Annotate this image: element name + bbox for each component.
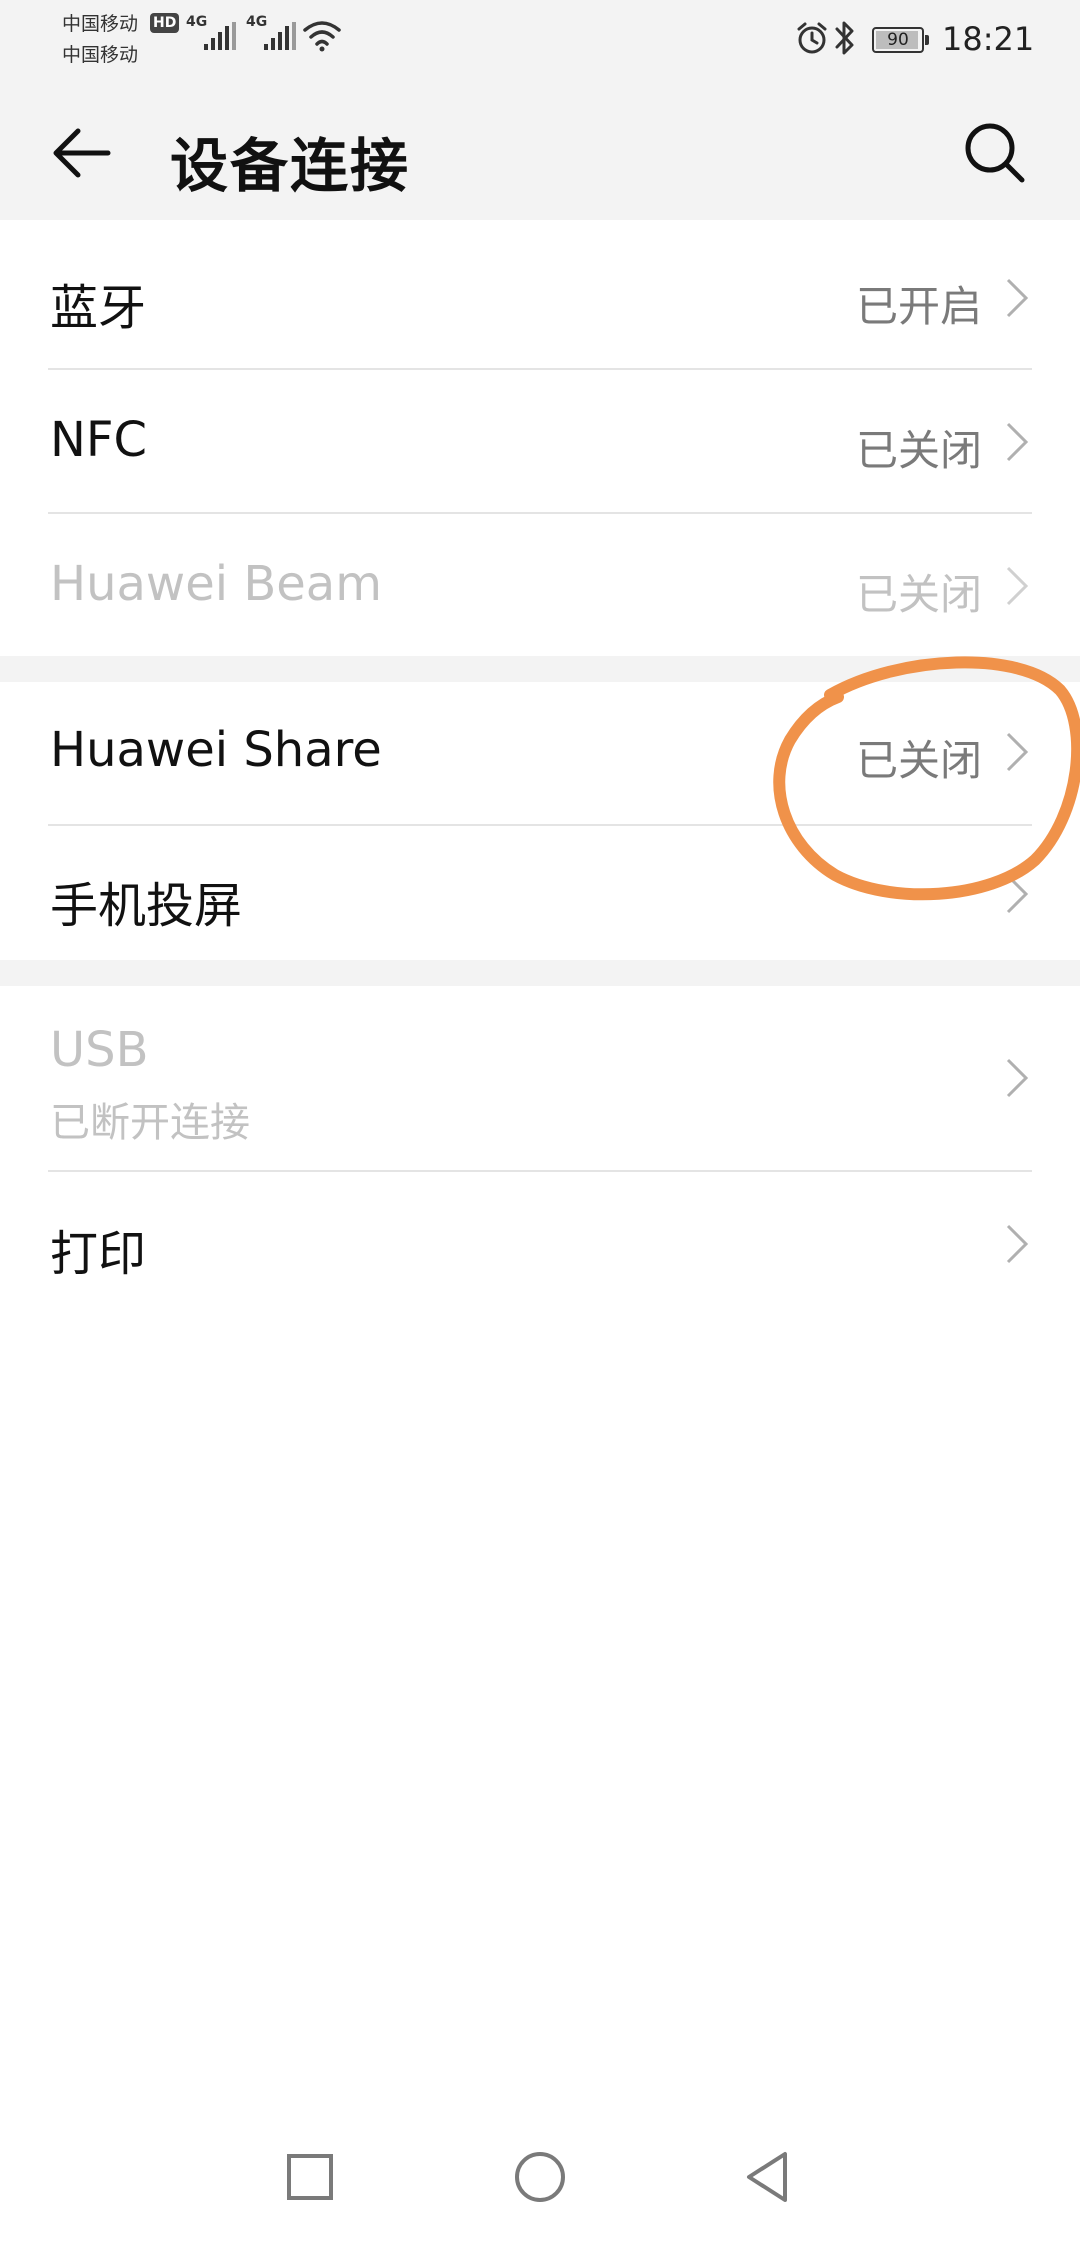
recents-button[interactable] <box>265 2132 355 2222</box>
chevron-right-icon <box>1006 1224 1029 1264</box>
home-circle-icon <box>515 2152 565 2202</box>
setting-print[interactable]: 打印 <box>0 1172 1080 1314</box>
home-button[interactable] <box>495 2132 585 2222</box>
setting-huawei-beam: Huawei Beam 已关闭 <box>0 514 1080 656</box>
search-button[interactable] <box>960 118 1030 188</box>
search-icon <box>965 123 1025 183</box>
alarm-icon <box>797 22 827 54</box>
chevron-right-icon <box>1006 422 1029 462</box>
chevron-right-icon <box>1006 732 1029 772</box>
chevron-right-icon <box>1006 278 1029 318</box>
setting-label: 手机投屏 <box>50 878 243 934</box>
battery-level: 90 <box>887 30 909 50</box>
setting-label: 蓝牙 <box>50 280 147 336</box>
setting-value: 已关闭 <box>855 426 982 475</box>
setting-huawei-share[interactable]: Huawei Share 已关闭 <box>0 682 1080 824</box>
section-gap <box>0 656 1080 682</box>
signal-2-icon: 4G <box>246 14 298 54</box>
back-triangle-icon <box>747 2152 787 2202</box>
chevron-right-icon <box>1006 1058 1029 1098</box>
status-bar: 中国移动 中国移动 HD 4G 4G 90 18:21 <box>0 0 1080 82</box>
recents-square-icon <box>287 2154 333 2200</box>
setting-bluetooth[interactable]: 蓝牙 已开启 <box>0 226 1080 368</box>
page-title: 设备连接 <box>170 132 411 200</box>
arrow-left-icon <box>53 128 111 178</box>
setting-screen-projection[interactable]: 手机投屏 <box>0 826 1080 960</box>
setting-value: 已关闭 <box>855 570 982 619</box>
chevron-right-icon <box>1006 566 1029 606</box>
back-button[interactable] <box>48 118 118 188</box>
setting-value: 已关闭 <box>855 736 982 785</box>
setting-label: Huawei Beam <box>50 556 382 612</box>
battery-icon: 90 <box>872 27 929 53</box>
wifi-icon <box>303 21 341 52</box>
setting-label: 打印 <box>50 1226 147 1282</box>
setting-label: NFC <box>50 412 148 468</box>
setting-sublabel: 已断开连接 <box>50 1100 250 1146</box>
clock: 18:21 <box>942 20 1035 58</box>
setting-label: USB <box>50 1022 149 1078</box>
carrier-1: 中国移动 <box>62 13 139 35</box>
setting-value: 已开启 <box>855 282 982 331</box>
carrier-2: 中国移动 <box>62 44 139 66</box>
bluetooth-icon <box>835 21 854 55</box>
setting-usb: USB 已断开连接 <box>0 986 1080 1170</box>
setting-label: Huawei Share <box>50 722 382 778</box>
system-nav-bar <box>0 2120 1080 2244</box>
setting-nfc[interactable]: NFC 已关闭 <box>0 370 1080 512</box>
section-gap <box>0 960 1080 986</box>
back-nav-button[interactable] <box>723 2132 813 2222</box>
hd-badge: HD <box>150 13 180 33</box>
signal-1-icon: 4G <box>186 14 238 54</box>
chevron-right-icon <box>1006 874 1029 914</box>
